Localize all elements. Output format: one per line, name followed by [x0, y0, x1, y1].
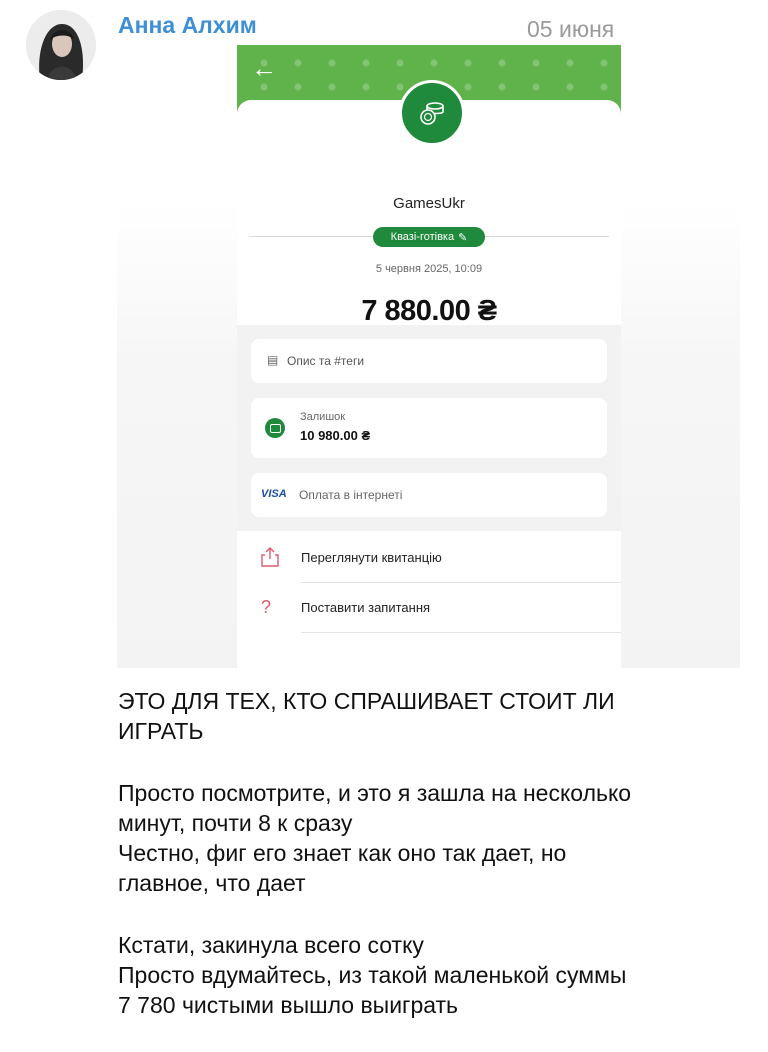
message-date: 05 июня — [527, 16, 615, 42]
transaction-amount: 7 880.00 ₴ — [361, 295, 497, 327]
message-line: минут, почти 8 к сразу — [118, 810, 353, 836]
payment-method-tile: VISA Оплата в інтернеті — [251, 473, 607, 517]
balance-label: Залишок — [300, 411, 346, 423]
details-section: ▤ Опис та #теги Залишок 10 980.00 ₴ VISA… — [237, 325, 621, 531]
coins-icon — [399, 80, 465, 146]
view-receipt-label: Переглянути квитанцію — [301, 550, 442, 565]
message-line: главное, что дает — [118, 870, 306, 896]
category-label: Квазі-готівка — [390, 231, 455, 243]
message-paragraph: Просто посмотрите, и это я зашла на неск… — [118, 778, 738, 898]
message-line: Просто посмотрите, и это я зашла на неск… — [118, 780, 632, 806]
pencil-icon: ✎ — [458, 231, 468, 244]
message-line: Честно, фиг его знает как оно так дает, … — [118, 840, 567, 866]
message-line: 7 780 чистыми вышло выиграть — [118, 992, 459, 1018]
balance-tile: Залишок 10 980.00 ₴ — [251, 398, 607, 458]
message-paragraph: ЭТО ДЛЯ ТЕХ, КТО СПРАШИВАЕТ СТОИТ ЛИ ИГР… — [118, 686, 738, 746]
balance-value: 10 980.00 ₴ — [300, 428, 371, 443]
sender-name[interactable]: Анна Алхим — [118, 12, 257, 39]
receipt-screenshot[interactable]: ← GamesUkr Квазі-готівка ✎ 5 червня 2025… — [237, 45, 621, 668]
description-placeholder: Опис та #теги — [287, 354, 365, 368]
message-line: ЭТО ДЛЯ ТЕХ, КТО СПРАШИВАЕТ СТОИТ ЛИ — [118, 688, 615, 714]
message-paragraph: Кстати, закинула всего сотку Просто вдум… — [118, 930, 738, 1020]
merchant-name: GamesUkr — [393, 195, 465, 212]
wallet-icon — [265, 418, 285, 438]
ask-question-button[interactable]: ? Поставити запитання — [237, 583, 621, 633]
message-line: Кстати, закинула всего сотку — [118, 932, 424, 958]
row-divider — [301, 632, 621, 633]
divider-right — [485, 236, 609, 237]
message-text: ЭТО ДЛЯ ТЕХ, КТО СПРАШИВАЕТ СТОИТ ЛИ ИГР… — [118, 686, 738, 1052]
visa-logo-icon: VISA — [261, 488, 287, 500]
ask-question-label: Поставити запитання — [301, 600, 431, 615]
category-badge: Квазі-готівка ✎ — [373, 227, 485, 247]
note-icon: ▤ — [267, 353, 279, 367]
question-icon: ? — [261, 597, 272, 617]
message-line: Просто вдумайтесь, из такой маленькой су… — [118, 962, 627, 988]
share-icon — [261, 547, 279, 572]
message-line: ИГРАТЬ — [118, 718, 204, 744]
sender-avatar[interactable] — [26, 10, 96, 80]
view-receipt-button[interactable]: Переглянути квитанцію — [237, 533, 621, 583]
description-field[interactable]: ▤ Опис та #теги — [251, 339, 607, 383]
payment-type: Оплата в інтернеті — [299, 488, 403, 502]
divider-left — [249, 236, 373, 237]
transaction-datetime: 5 червня 2025, 10:09 — [375, 263, 483, 275]
back-arrow-icon: ← — [251, 53, 277, 83]
